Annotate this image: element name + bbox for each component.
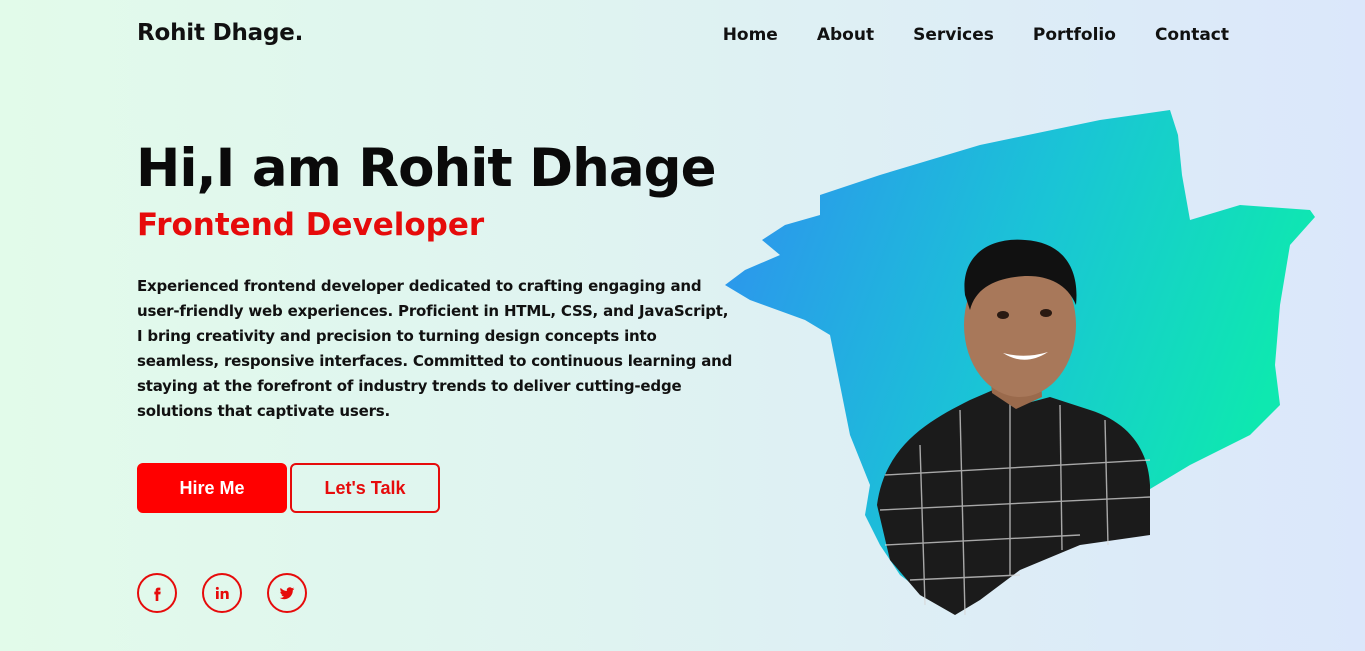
nav-about[interactable]: About (817, 25, 874, 45)
nav-portfolio[interactable]: Portfolio (1033, 25, 1116, 45)
hire-me-button[interactable]: Hire Me (137, 463, 287, 513)
site-logo[interactable]: Rohit Dhage. (137, 20, 303, 46)
facebook-icon (154, 587, 161, 601)
hero-title: Hi,I am Rohit Dhage (136, 138, 717, 199)
hero-role: Frontend Developer (137, 207, 485, 243)
nav-services[interactable]: Services (913, 25, 994, 45)
twitter-link[interactable] (267, 573, 307, 613)
hero-description: Experienced frontend developer dedicated… (137, 277, 733, 420)
facebook-link[interactable] (137, 573, 177, 613)
linkedin-icon (215, 586, 229, 599)
linkedin-link[interactable] (202, 573, 242, 613)
lets-talk-button[interactable]: Let's Talk (290, 463, 440, 513)
hero-portrait (725, 110, 1315, 616)
main-nav: Home About Services Portfolio Contact (723, 25, 1229, 45)
twitter-icon (279, 587, 295, 600)
nav-home[interactable]: Home (723, 25, 778, 45)
nav-contact[interactable]: Contact (1155, 25, 1229, 45)
